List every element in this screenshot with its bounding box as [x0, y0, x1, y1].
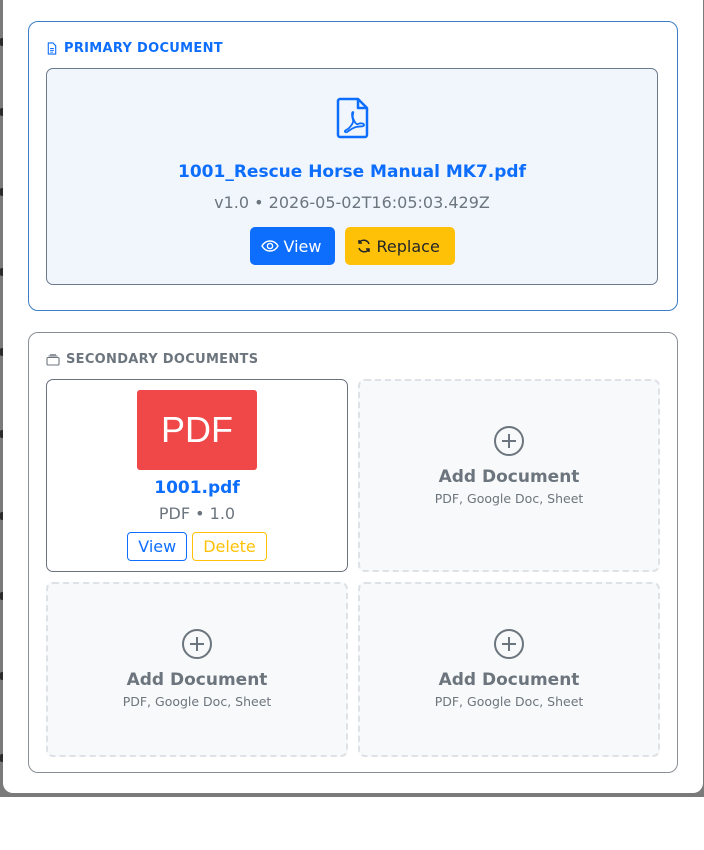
add-document-label: Add Document	[438, 467, 580, 487]
view-primary-label: View	[283, 236, 322, 256]
view-secondary-button[interactable]: View	[127, 532, 188, 561]
eye-icon	[260, 240, 279, 252]
add-document-content: Add Document PDF, Google Doc, Sheet	[360, 425, 658, 506]
secondary-documents-title: SECONDARY DOCUMENTS	[66, 352, 259, 367]
add-document-content: Add Document PDF, Google Doc, Sheet	[48, 628, 346, 709]
pdf-file-icon: PDF	[137, 390, 257, 470]
primary-document-filename[interactable]: 1001_Rescue Horse Manual MK7.pdf	[47, 162, 657, 182]
secondary-documents-header: SECONDARY DOCUMENTS	[46, 352, 258, 367]
primary-document-title: PRIMARY DOCUMENT	[64, 41, 223, 56]
add-document-slot[interactable]: Add Document PDF, Google Doc, Sheet	[46, 582, 348, 757]
secondary-documents-card: SECONDARY DOCUMENTS PDF 1001.pdf PDF • 1…	[28, 332, 678, 773]
view-primary-button[interactable]: View	[249, 227, 335, 265]
primary-document-meta: v1.0 • 2026-05-02T16:05:03.429Z	[214, 193, 490, 212]
primary-document-header: PRIMARY DOCUMENT	[46, 41, 223, 56]
add-document-content: Add Document PDF, Google Doc, Sheet	[360, 628, 658, 709]
replace-primary-label: Replace	[376, 236, 440, 256]
primary-document-actions: View Replace	[47, 227, 657, 265]
documents-modal: PRIMARY DOCUMENT 1001_Rescue Horse Manua…	[3, 0, 703, 793]
plus-circle-icon	[494, 426, 524, 456]
add-document-types: PDF, Google Doc, Sheet	[434, 491, 584, 506]
secondary-document-actions: View Delete	[47, 532, 347, 561]
primary-document-card: PRIMARY DOCUMENT 1001_Rescue Horse Manua…	[28, 21, 678, 311]
secondary-document-tile: PDF 1001.pdf PDF • 1.0 View Delete	[46, 379, 348, 572]
delete-secondary-button[interactable]: Delete	[192, 532, 267, 561]
folders-icon	[46, 353, 60, 366]
add-document-types: PDF, Google Doc, Sheet	[122, 694, 272, 709]
replace-primary-button[interactable]: Replace	[344, 227, 455, 265]
file-text-icon	[47, 42, 57, 55]
primary-document-preview: 1001_Rescue Horse Manual MK7.pdf v1.0 • …	[46, 68, 658, 285]
add-document-slot[interactable]: Add Document PDF, Google Doc, Sheet	[358, 379, 660, 572]
add-document-slot[interactable]: Add Document PDF, Google Doc, Sheet	[358, 582, 660, 757]
plus-circle-icon	[182, 629, 212, 659]
add-document-label: Add Document	[438, 670, 580, 690]
refresh-icon	[357, 239, 370, 253]
secondary-document-meta: PDF • 1.0	[158, 504, 236, 523]
file-pdf-icon	[336, 97, 369, 139]
secondary-document-filename[interactable]: 1001.pdf	[47, 478, 347, 498]
plus-circle-icon	[494, 629, 524, 659]
add-document-label: Add Document	[126, 670, 268, 690]
add-document-types: PDF, Google Doc, Sheet	[434, 694, 584, 709]
